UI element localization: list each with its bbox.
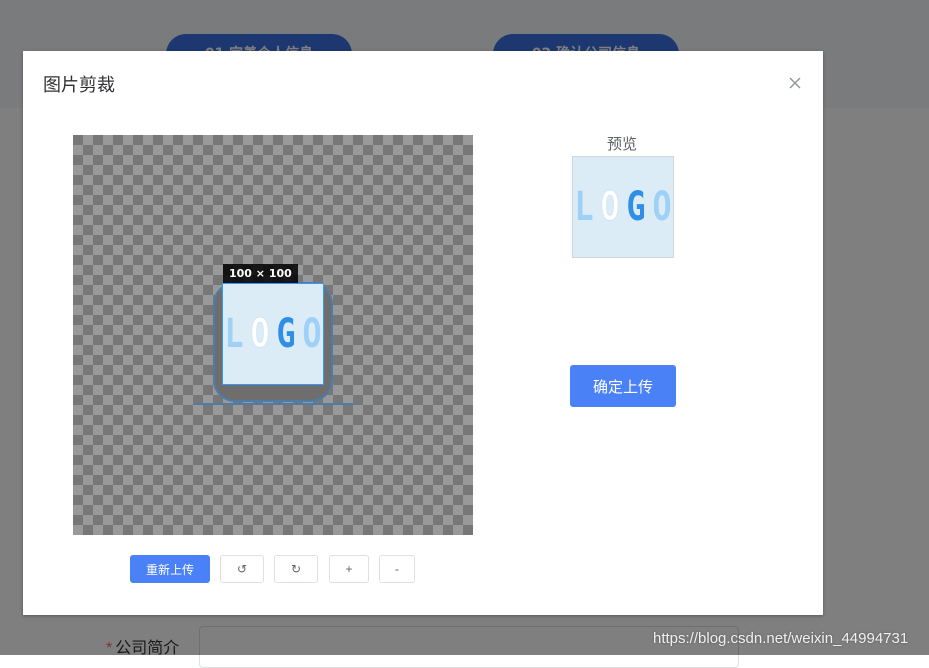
logo-letter: O [652, 184, 672, 230]
close-icon[interactable] [785, 73, 805, 93]
rotate-left-icon: ↺ [236, 562, 248, 576]
crop-size-label: 100 × 100 [223, 264, 298, 284]
dialog-title: 图片剪裁 [43, 75, 115, 95]
crop-box[interactable]: L O G O [222, 283, 324, 385]
close-icon-svg [789, 77, 801, 89]
preview-label: 预览 [606, 136, 637, 153]
zoom-in-button[interactable]: + [329, 555, 369, 583]
logo-letter: G [276, 311, 296, 357]
reupload-button[interactable]: 重新上传 [130, 555, 210, 583]
image-crop-dialog: 图片剪裁 100 × 100 L O G O 重新上传 ↺ ↻ + - 预览 L [23, 51, 823, 615]
preview-image: L O G O [572, 156, 674, 258]
confirm-upload-button[interactable]: 确定上传 [570, 365, 676, 407]
rotate-right-button[interactable]: ↻ [274, 555, 318, 583]
image-edge-line [193, 403, 353, 405]
logo-letter: O [600, 184, 620, 230]
preview-logo: L O G O [573, 157, 673, 257]
logo-letter: O [250, 311, 270, 357]
logo-image: L O G O [223, 284, 323, 384]
logo-letter: O [302, 311, 322, 357]
cropper-canvas[interactable]: 100 × 100 L O G O [73, 135, 473, 535]
rotate-left-button[interactable]: ↺ [220, 555, 264, 583]
logo-letter: L [574, 184, 594, 230]
rotate-right-icon: ↻ [290, 562, 302, 576]
logo-letter: G [626, 184, 646, 230]
watermark: https://blog.csdn.net/weixin_44994731 [653, 630, 909, 647]
logo-letter: L [224, 311, 244, 357]
zoom-out-button[interactable]: - [379, 555, 415, 583]
